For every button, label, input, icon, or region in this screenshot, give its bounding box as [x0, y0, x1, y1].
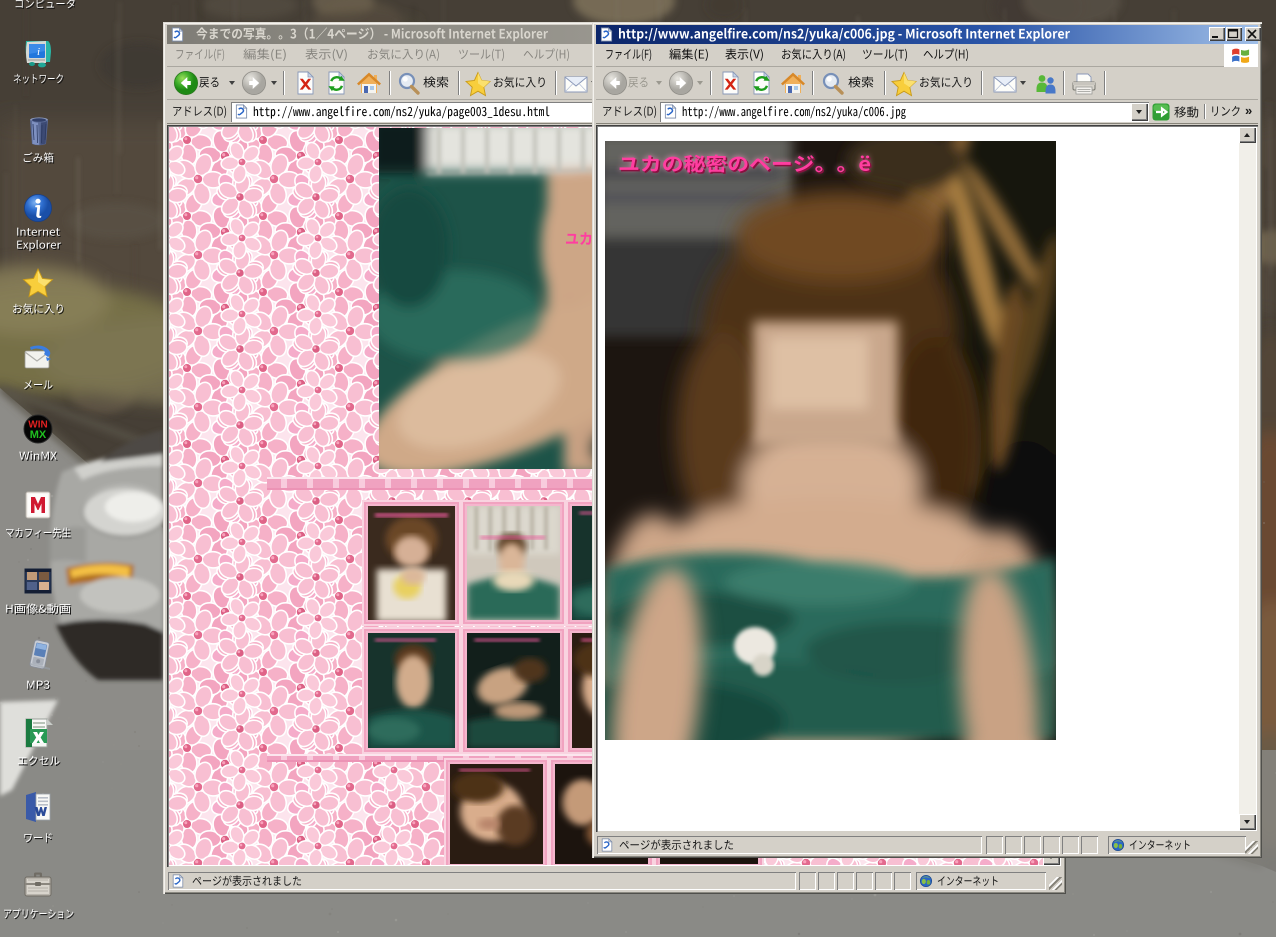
svg-text:i: i [37, 46, 40, 58]
svg-text:MX: MX [30, 429, 47, 441]
